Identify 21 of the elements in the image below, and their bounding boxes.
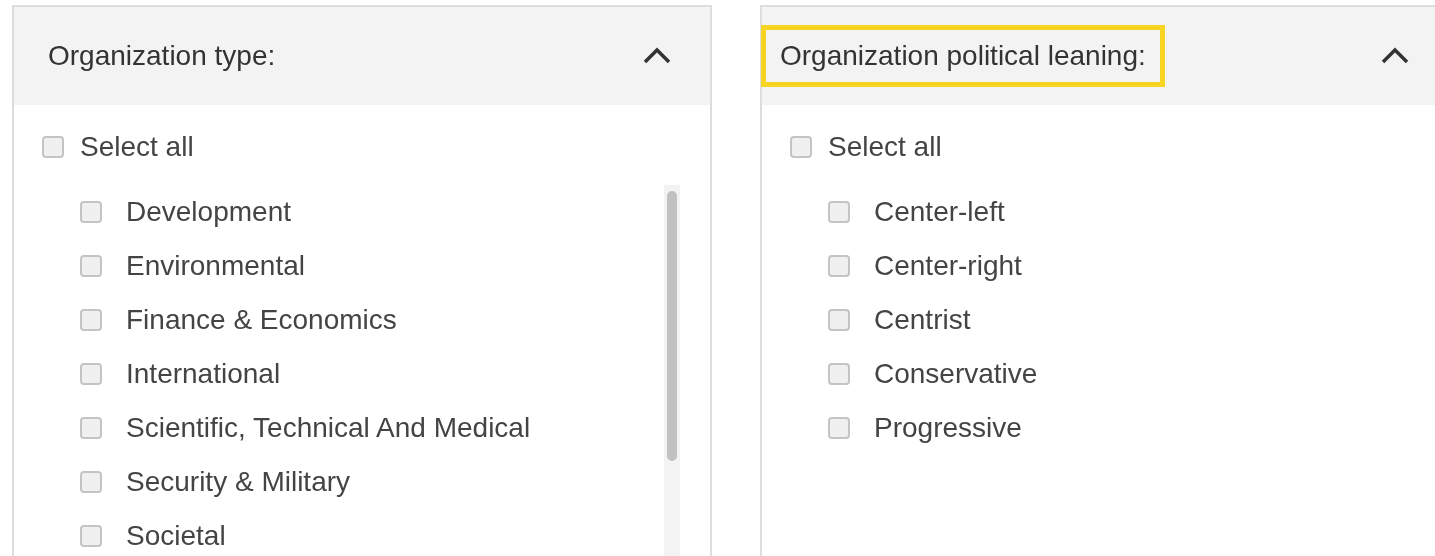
panel-title: Organization type: [47, 39, 277, 73]
option-checkbox[interactable]: Conservative [828, 347, 1038, 401]
chevron-up-icon[interactable] [642, 47, 672, 65]
option-checkbox[interactable]: Center-left [828, 185, 1005, 239]
scrollbar[interactable] [664, 185, 680, 556]
chevron-up-icon[interactable] [1380, 47, 1410, 65]
option-checkbox[interactable]: Centrist [828, 293, 971, 347]
option-checkbox[interactable]: International [80, 347, 281, 401]
option-checkbox[interactable]: Center-right [828, 239, 1022, 293]
option-checkbox[interactable]: Progressive [828, 401, 1022, 455]
panel-header[interactable]: Organization type: [14, 7, 710, 105]
option-checkbox[interactable]: Security & Military [80, 455, 351, 509]
option-checkbox[interactable]: Environmental [80, 239, 305, 293]
option-checkbox[interactable]: Scientific, Technical And Medical [80, 401, 531, 455]
option-checkbox[interactable]: Finance & Economics [80, 293, 397, 347]
option-checkbox[interactable]: Development [80, 185, 291, 239]
select-all-checkbox[interactable]: Select all [790, 127, 942, 167]
select-all-checkbox[interactable]: Select all [42, 127, 194, 167]
panel-title: Organization political leaning: [761, 25, 1165, 87]
panel-header[interactable]: Organization political leaning: [762, 7, 1435, 105]
option-checkbox[interactable]: Societal [80, 509, 226, 556]
